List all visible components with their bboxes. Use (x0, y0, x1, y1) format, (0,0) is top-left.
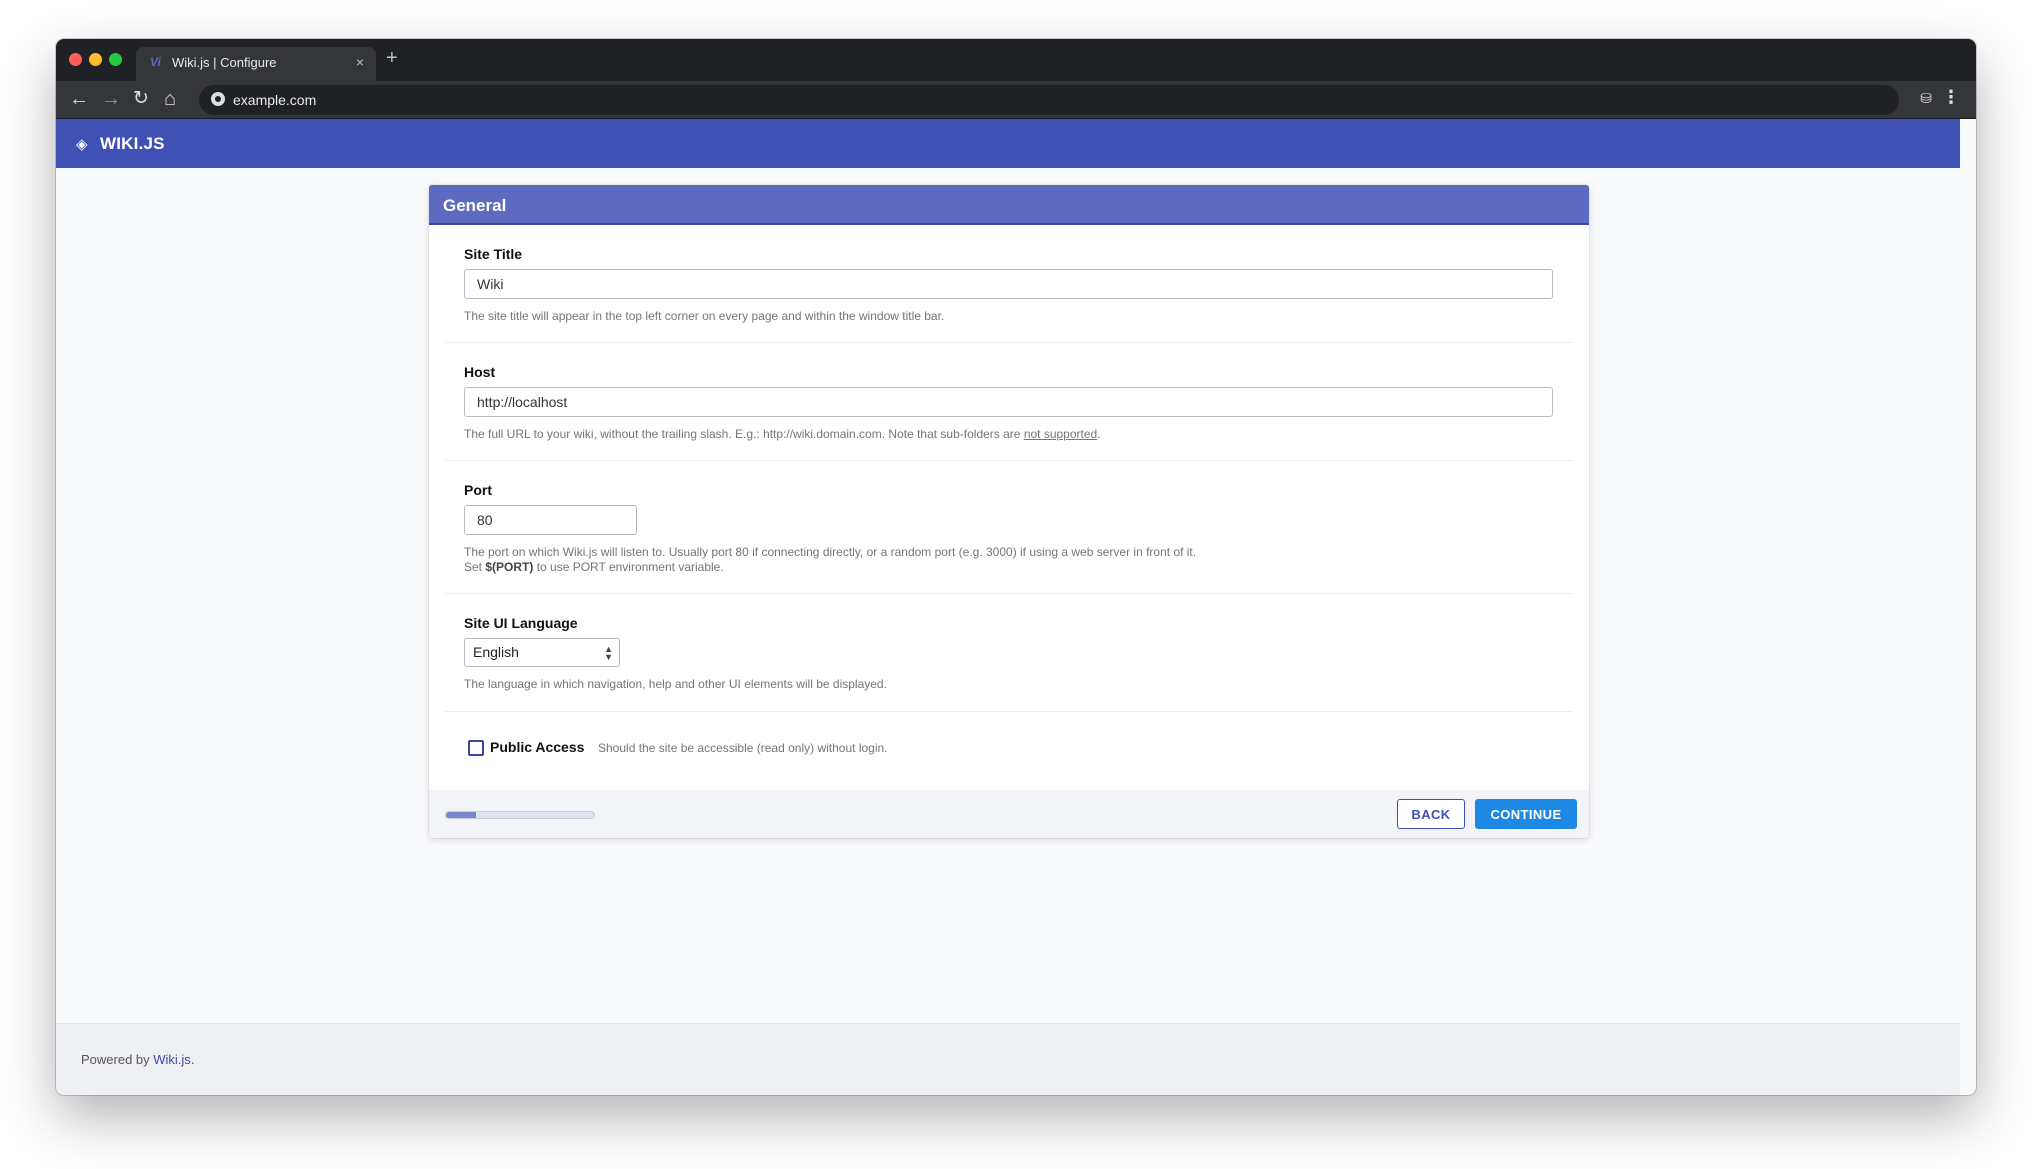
page-body: General Site Title The site title will a… (56, 168, 1960, 1023)
forward-arrow-icon[interactable]: → (101, 86, 121, 112)
site-title-label: Site Title (464, 246, 523, 262)
language-select[interactable]: English ▲ ▼ (464, 638, 620, 667)
setup-progress-bar (445, 811, 595, 819)
reload-icon[interactable]: ↻ (133, 86, 149, 112)
public-access-help: Should the site be accessible (read only… (598, 741, 888, 755)
divider (445, 342, 1573, 343)
host-field: Host The full URL to your wiki, without … (464, 364, 1553, 442)
powered-by-suffix: . (190, 1052, 195, 1067)
panel-footer: BACK CONTINUE (429, 790, 1589, 838)
divider (445, 460, 1573, 461)
port-help-line2-start: Set (464, 560, 486, 574)
back-arrow-icon[interactable]: ← (69, 86, 89, 112)
host-label: Host (464, 364, 496, 380)
port-label: Port (464, 482, 492, 498)
host-help-end: . (1097, 427, 1101, 441)
language-field: Site UI Language English ▲ ▼ The language… (464, 615, 887, 692)
incognito-icon[interactable]: ⛁ (1920, 90, 1932, 107)
port-input[interactable] (464, 505, 637, 535)
wikijs-link[interactable]: Wiki.js (153, 1052, 191, 1067)
wikijs-favicon-icon: Vi (150, 55, 161, 69)
powered-by-prefix: Powered by (81, 1052, 154, 1067)
public-access-label[interactable]: Public Access (490, 739, 584, 755)
url-text: example.com (233, 92, 317, 108)
home-icon[interactable]: ⌂ (164, 86, 176, 112)
public-access-checkbox[interactable] (468, 740, 484, 756)
language-help: The language in which navigation, help a… (464, 677, 887, 691)
public-access-field: Public Access Should the site be accessi… (468, 738, 1068, 760)
language-selected-value: English (473, 644, 519, 660)
browser-window: Vi Wiki.js | Configure × + ← → ↻ ⌂ examp… (56, 39, 1976, 1095)
app-logo-text: WIKI.JS (100, 134, 165, 153)
setup-panel: General Site Title The site title will a… (429, 185, 1589, 838)
port-env-code: $(PORT) (485, 560, 534, 574)
close-window-button[interactable] (69, 53, 82, 66)
not-supported-link[interactable]: not supported (1024, 427, 1097, 441)
address-bar[interactable]: example.com (199, 85, 1899, 115)
tab-close-icon[interactable]: × (356, 54, 364, 70)
layers-icon: ◈ (76, 136, 88, 153)
port-field: Port The port on which Wiki.js will list… (464, 482, 1196, 575)
panel-header: General (429, 185, 1589, 225)
site-title-field: Site Title The site title will appear in… (464, 246, 1553, 324)
site-title-help: The site title will appear in the top le… (464, 309, 945, 323)
app-footer: Powered by Wiki.js. (56, 1023, 1960, 1095)
host-input[interactable] (464, 387, 1553, 417)
port-help-line2-end: to use PORT environment variable. (533, 560, 724, 574)
select-arrows-icon: ▲ ▼ (604, 644, 613, 662)
panel-title: General (443, 196, 507, 215)
tab-title: Wiki.js | Configure (172, 55, 277, 70)
host-help-text: The full URL to your wiki, without the t… (464, 427, 1024, 441)
app-header: ◈ WIKI.JS (56, 119, 1960, 168)
site-title-input[interactable] (464, 269, 1553, 299)
kebab-menu-icon[interactable]: ⋮ (1942, 87, 1960, 108)
browser-toolbar: ← → ↻ ⌂ example.com ⛁ ⋮ (56, 81, 1976, 119)
divider (445, 711, 1573, 712)
continue-button[interactable]: CONTINUE (1475, 799, 1577, 829)
browser-tab-bar: Vi Wiki.js | Configure × + (56, 39, 1976, 81)
minimize-window-button[interactable] (89, 53, 102, 66)
powered-by-text: Powered by Wiki.js. (81, 1052, 194, 1067)
port-help-line1: The port on which Wiki.js will listen to… (464, 545, 1197, 559)
browser-tab-active[interactable]: Vi Wiki.js | Configure × (136, 47, 376, 81)
new-tab-icon[interactable]: + (386, 48, 398, 68)
divider (445, 593, 1573, 594)
host-help: The full URL to your wiki, without the t… (464, 427, 1553, 442)
maximize-window-button[interactable] (109, 53, 122, 66)
setup-progress-fill (446, 812, 476, 818)
port-help: The port on which Wiki.js will listen to… (464, 545, 1196, 575)
language-label: Site UI Language (464, 615, 578, 631)
site-info-icon[interactable] (211, 92, 225, 106)
back-button[interactable]: BACK (1397, 799, 1465, 829)
